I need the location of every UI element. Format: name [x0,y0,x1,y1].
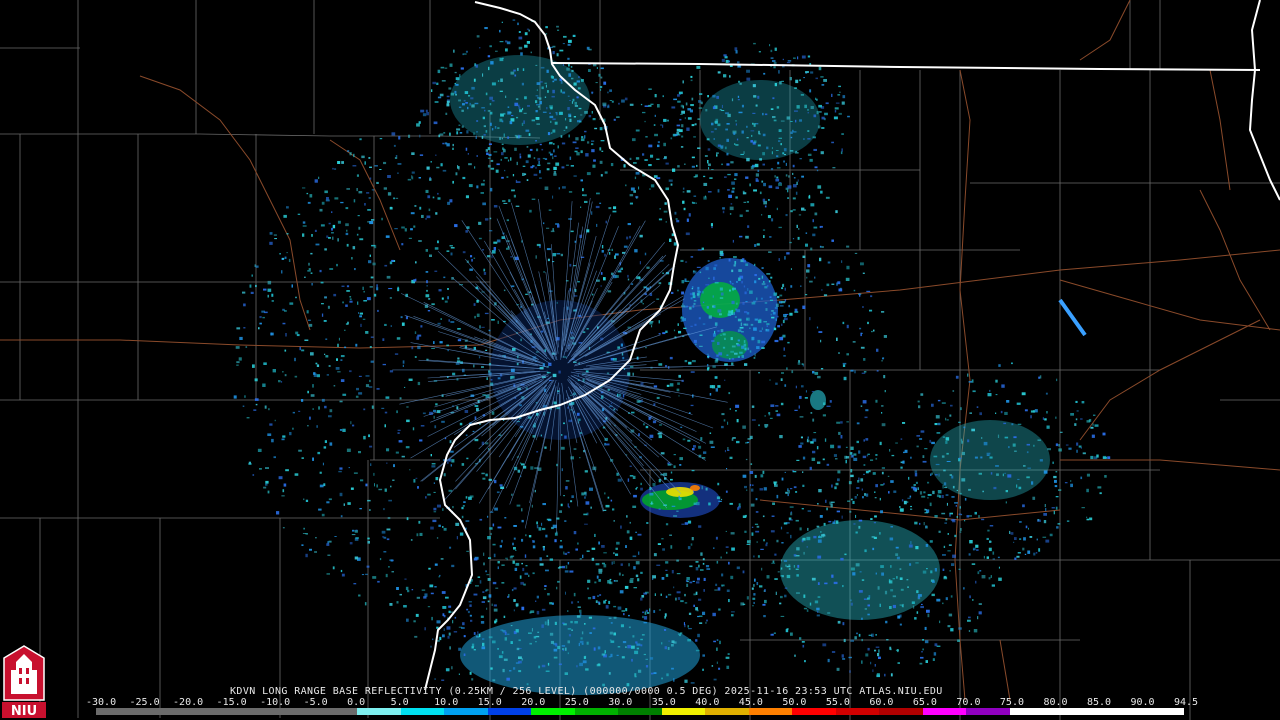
volume-id: (000000/0000 [583,686,661,697]
colorbar-swatch [792,708,836,715]
colorbar-swatch [922,708,967,715]
source-url: ATLAS.NIU.EDU [859,686,943,697]
station-id: KDVN [230,686,256,697]
colorbar-swatch [487,708,532,715]
colorbar-swatch [357,708,401,715]
colorbar-swatch [531,708,575,715]
colorbar-swatch [1053,708,1097,715]
colorbar [96,708,1184,715]
colorbar-swatch [400,708,445,715]
resolution: (0.25KM / 256 LEVEL) [448,686,577,697]
colorbar-swatch [879,708,923,715]
elevation: 0.5 DEG) [666,686,718,697]
highway-lines [0,0,1280,701]
colorbar-swatch [183,708,227,715]
radar-speckle [233,19,1111,687]
colorbar-swatch [574,708,619,715]
colorbar-swatch [835,708,880,715]
county-boundaries [0,0,1280,720]
niu-logo: NIU [2,645,46,718]
colorbar-swatch [139,708,184,715]
product-name: LONG RANGE BASE REFLECTIVITY [262,686,442,697]
colorbar-swatch [313,708,358,715]
logo-text: NIU [11,704,37,718]
colorbar-swatch [661,708,706,715]
colorbar-swatch [1096,708,1141,715]
colorbar-swatch [444,708,488,715]
datetime: 2025-11-16 23:53 UTC [724,686,853,697]
radar-map [0,0,1280,720]
colorbar-swatch [270,708,314,715]
colorbar-swatch [226,708,271,715]
colorbar-swatch [748,708,793,715]
colorbar-swatch [1009,708,1054,715]
colorbar-swatch [966,708,1010,715]
colorbar-swatch [1140,708,1184,715]
colorbar-swatch [618,708,662,715]
colorbar-swatch [96,708,140,715]
colorbar-swatch [705,708,749,715]
